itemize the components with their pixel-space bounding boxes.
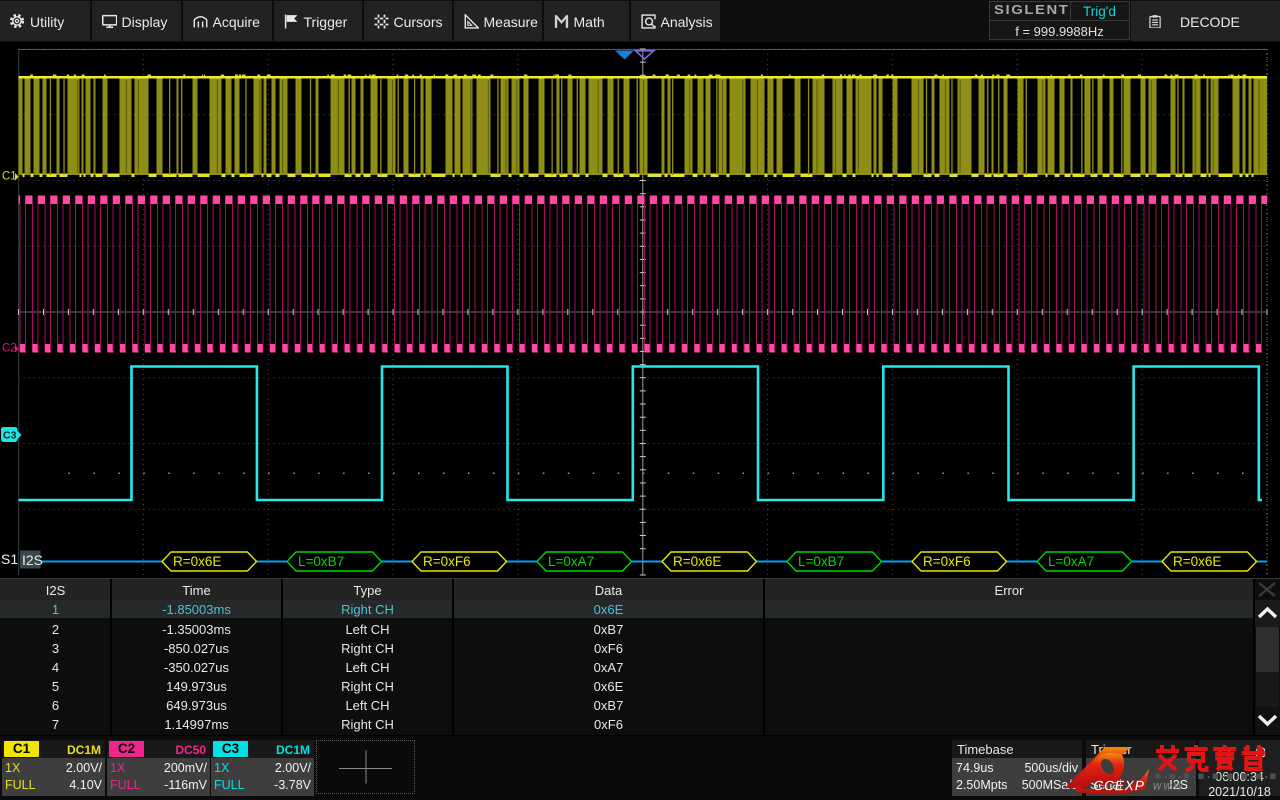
svg-text:CCEXP: CCEXP [1093, 779, 1144, 795]
svg-text:I2S: I2S [22, 552, 43, 568]
svg-text:www: www [1153, 781, 1185, 793]
svg-text:S1: S1 [1, 551, 18, 567]
svg-text:C1: C1 [2, 171, 17, 183]
svg-text:R=0x6E: R=0x6E [173, 554, 221, 569]
svg-text:L=0xA7: L=0xA7 [548, 554, 594, 569]
svg-text:C3: C3 [3, 430, 17, 442]
svg-text:R=0x6E: R=0x6E [673, 554, 721, 569]
svg-text:L=0xA7: L=0xA7 [1048, 554, 1094, 569]
svg-text:R=0xF6: R=0xF6 [923, 554, 971, 569]
svg-text:R=0x6E: R=0x6E [1173, 554, 1221, 569]
svg-text:L=0xB7: L=0xB7 [798, 554, 844, 569]
svg-text:L=0xB7: L=0xB7 [298, 554, 344, 569]
svg-text:C2: C2 [2, 343, 17, 355]
svg-text:R=0xF6: R=0xF6 [423, 554, 471, 569]
